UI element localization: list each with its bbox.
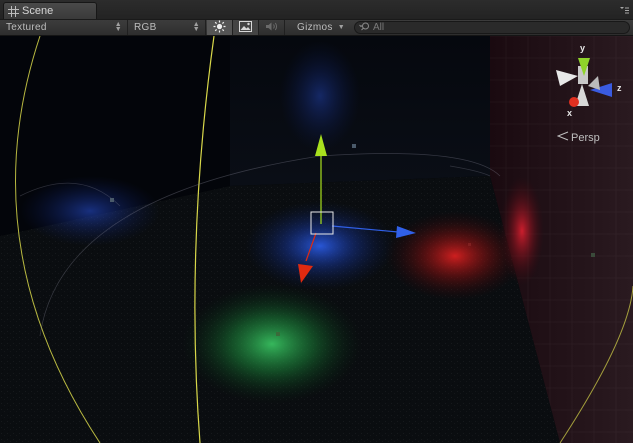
tab-menu-icon[interactable] xyxy=(618,6,629,15)
wall-light-marker[interactable] xyxy=(591,253,595,257)
green-light-pool xyxy=(182,284,362,404)
search-input[interactable] xyxy=(371,22,613,33)
light-marker[interactable] xyxy=(352,144,356,148)
render-mode-value: Textured xyxy=(6,22,47,33)
red-light-marker[interactable] xyxy=(468,243,471,246)
scene-toolbar: Textured ▲ ▼ RGB ▲ ▼ Gizmos ▼ All xyxy=(0,19,633,36)
gizmos-dropdown[interactable]: Gizmos ▼ xyxy=(291,20,351,35)
back-wall xyxy=(230,36,490,186)
scene-render xyxy=(0,36,633,443)
perspective-icon xyxy=(556,131,569,144)
gizmo-x-cone[interactable] xyxy=(569,97,579,107)
gizmos-label: Gizmos xyxy=(297,22,333,33)
tab-scene[interactable]: Scene xyxy=(3,2,97,19)
channel-mode-value: RGB xyxy=(134,22,157,33)
search-field[interactable] xyxy=(354,21,630,34)
blue-light-marker[interactable] xyxy=(110,198,114,202)
gizmo-y-label: y xyxy=(580,43,586,53)
gizmo-z-label: z xyxy=(617,83,622,93)
search-icon xyxy=(359,22,371,34)
blue-light-pool xyxy=(245,201,395,291)
gizmo-x-label: x xyxy=(567,108,573,118)
dropdown-arrows-icon: ▲ ▼ xyxy=(114,21,122,33)
speaker-icon xyxy=(265,21,279,35)
scene-viewport[interactable]: y z x Persp xyxy=(0,36,633,443)
tab-title: Scene xyxy=(22,5,54,17)
sun-icon xyxy=(213,20,226,36)
dropdown-arrows-icon: ▲ ▼ xyxy=(192,21,200,33)
projection-toggle[interactable]: Persp xyxy=(556,131,600,144)
image-effects-toggle-button[interactable] xyxy=(233,20,259,35)
tab-bar: Scene xyxy=(0,0,633,19)
grid-icon xyxy=(8,5,19,17)
render-mode-dropdown[interactable]: Textured ▲ ▼ xyxy=(0,20,128,35)
channel-mode-dropdown[interactable]: RGB ▲ ▼ xyxy=(128,20,206,35)
green-light-marker[interactable] xyxy=(276,332,280,336)
red-light-wall-glow xyxy=(500,176,544,286)
blue-light-wall-glow xyxy=(280,41,360,151)
chevron-down-icon: ▼ xyxy=(337,24,345,31)
audio-toggle-button[interactable] xyxy=(259,20,285,35)
projection-label: Persp xyxy=(571,131,600,144)
scene-window: Scene Textured ▲ ▼ RGB ▲ ▼ Gizmos ▼ All … xyxy=(0,0,633,443)
image-icon xyxy=(239,20,252,35)
lighting-toggle-button[interactable] xyxy=(207,20,233,35)
